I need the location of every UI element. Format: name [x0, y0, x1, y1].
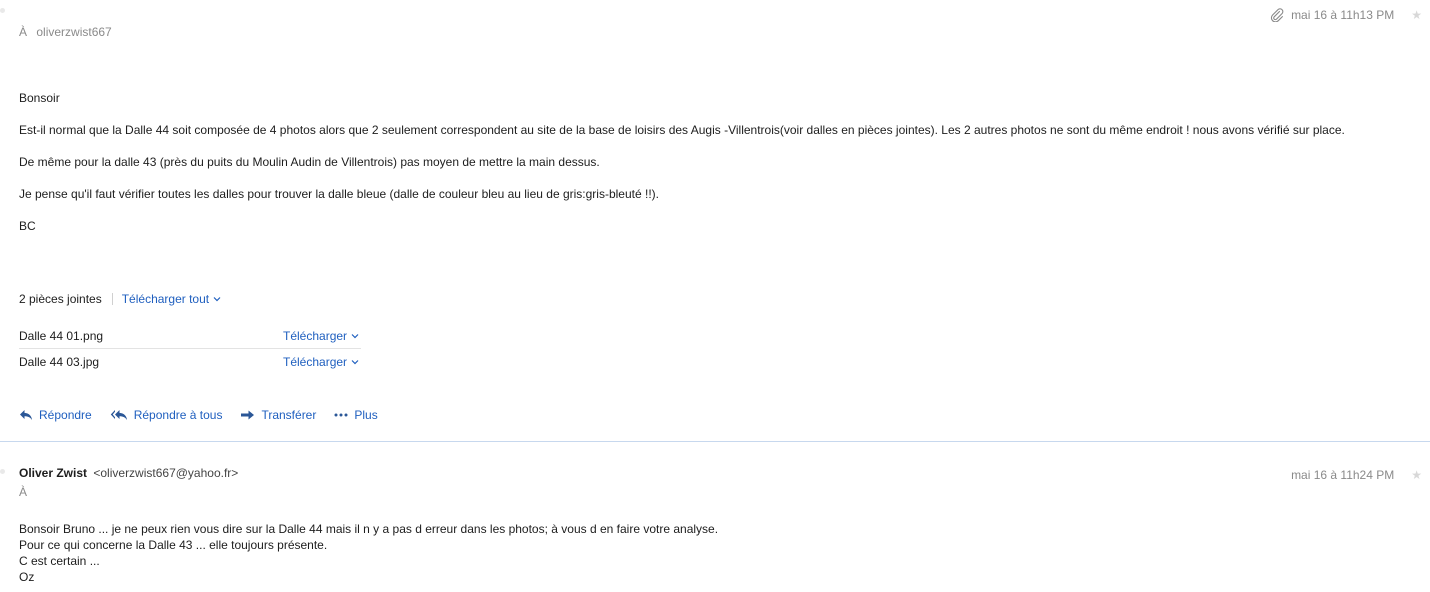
download-button[interactable]: Télécharger: [283, 329, 359, 343]
chevron-down-icon: [351, 359, 359, 365]
separator: [111, 293, 113, 305]
body-line: Oz: [19, 570, 35, 584]
paperclip-icon: [1270, 8, 1284, 22]
forward-label: Transférer: [261, 408, 317, 422]
forward-icon: [240, 409, 255, 421]
attachment-name[interactable]: Dalle 44 03.jpg: [19, 355, 283, 369]
attachments-summary: 2 pièces jointes Télécharger tout: [19, 292, 221, 306]
message-2: Oliver Zwist <oliverzwist667@yahoo.fr> À…: [0, 450, 1430, 592]
reply-button[interactable]: Répondre: [19, 408, 92, 422]
reply-label: Répondre: [39, 408, 92, 422]
reply-icon: [19, 409, 33, 421]
download-label: Télécharger: [283, 329, 348, 343]
message-1: À oliverzwist667 mai 16 à 11h13 PM ★ Bon…: [0, 0, 1430, 444]
attachment-divider: [19, 348, 361, 349]
unread-dot: [0, 469, 5, 474]
reply-all-button[interactable]: Répondre à tous: [110, 408, 223, 422]
message-2-date: mai 16 à 11h24 PM: [1291, 468, 1395, 482]
chevron-down-icon: [213, 296, 221, 302]
download-all-label: Télécharger tout: [121, 292, 210, 306]
body-line: BC: [19, 219, 36, 233]
star-icon[interactable]: ★: [1411, 9, 1422, 21]
body-line: Pour ce qui concerne la Dalle 43 ... ell…: [19, 538, 328, 552]
more-icon: [334, 413, 348, 417]
body-line: Je pense qu'il faut vérifier toutes les …: [19, 187, 659, 201]
reply-all-label: Répondre à tous: [133, 408, 223, 422]
reply-all-icon: [110, 409, 128, 421]
chevron-down-icon: [351, 333, 359, 339]
download-all-button[interactable]: Télécharger tout: [122, 292, 221, 306]
body-line: C est certain ...: [19, 554, 100, 568]
to-label: À: [19, 485, 28, 499]
message-2-meta: mai 16 à 11h24 PM ★: [1291, 467, 1430, 483]
message-1-date: mai 16 à 11h13 PM: [1291, 8, 1395, 22]
message-2-body: Bonsoir Bruno ... je ne peux rien vous d…: [19, 521, 718, 585]
star-icon[interactable]: ★: [1411, 469, 1422, 481]
body-line: Est-il normal que la Dalle 44 soit compo…: [19, 123, 1345, 137]
recipient-line: À oliverzwist667: [19, 25, 112, 39]
to-label: À: [19, 25, 28, 39]
body-line: Bonsoir: [19, 91, 60, 105]
more-label: Plus: [354, 408, 378, 422]
forward-button[interactable]: Transférer: [240, 408, 316, 422]
attachment-row: Dalle 44 01.png Télécharger: [19, 324, 361, 348]
attachment-name[interactable]: Dalle 44 01.png: [19, 329, 283, 343]
attachment-row: Dalle 44 03.jpg Télécharger: [19, 350, 361, 374]
message-actions: Répondre Répondre à tous Transférer Plus: [19, 406, 396, 424]
message-divider: [0, 441, 1430, 442]
body-line: Bonsoir Bruno ... je ne peux rien vous d…: [19, 522, 719, 536]
sender-line: Oliver Zwist <oliverzwist667@yahoo.fr>: [19, 466, 238, 480]
unread-dot: [0, 8, 5, 13]
recipient-name[interactable]: oliverzwist667: [36, 25, 111, 39]
sender-name[interactable]: Oliver Zwist: [19, 466, 87, 480]
body-line: De même pour la dalle 43 (près du puits …: [19, 155, 600, 169]
download-label: Télécharger: [283, 355, 348, 369]
download-button[interactable]: Télécharger: [283, 355, 359, 369]
sender-email[interactable]: <oliverzwist667@yahoo.fr>: [93, 466, 238, 480]
email-thread: À oliverzwist667 mai 16 à 11h13 PM ★ Bon…: [0, 0, 1430, 592]
attachments-count: 2 pièces jointes: [19, 292, 102, 306]
message-1-meta: mai 16 à 11h13 PM ★: [1270, 7, 1430, 23]
more-button[interactable]: Plus: [334, 408, 378, 422]
